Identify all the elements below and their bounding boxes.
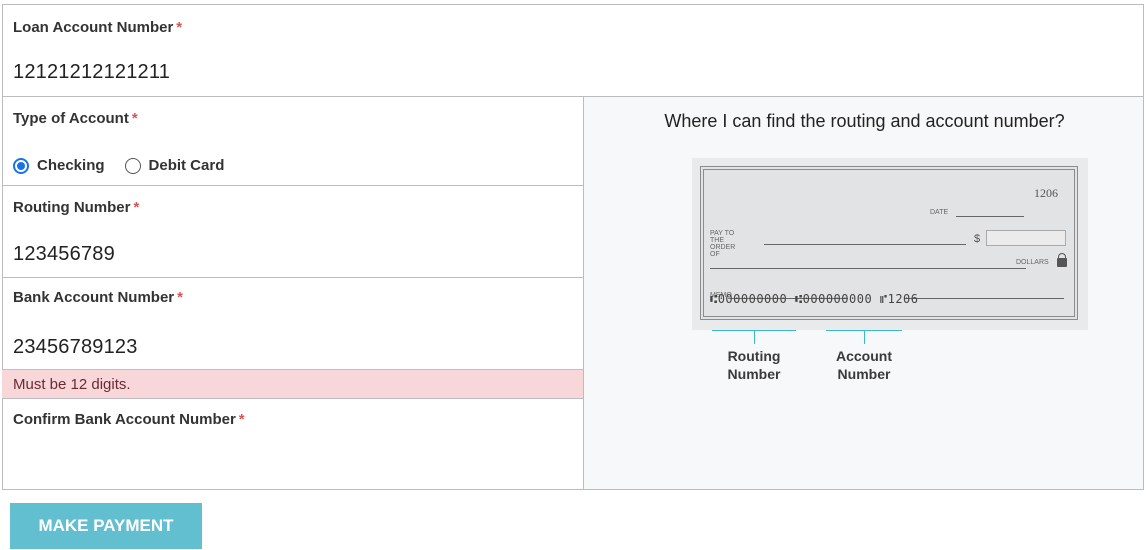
cheque-number: 1206 [1034,186,1058,200]
routing-number-label-text: Routing Number [13,199,131,216]
required-asterisk: * [177,289,183,306]
bank-account-error: Must be 12 digits. [2,369,584,399]
cheque-amount-box [986,230,1066,246]
loan-account-label-text: Loan Account Number [13,19,174,36]
bank-account-label-text: Bank Account Number [13,289,175,306]
help-title: Where I can find the routing and account… [664,111,1065,131]
bank-account-label: Bank Account Number * [13,289,183,306]
account-type-label-text: Type of Account [13,110,129,127]
required-asterisk: * [131,110,138,127]
routing-help-panel: Where I can find the routing and account… [583,96,1144,490]
loan-account-label: Loan Account Number * [13,19,182,36]
cheque-payee-line [764,244,966,245]
radio-checking[interactable]: Checking [13,157,105,174]
cheque-date-label: DATE [930,209,949,216]
cheque-body: 1206 DATE PAY TO THE ORDER OF $ DOLLARS … [700,166,1078,320]
required-asterisk: * [238,411,245,428]
account-type-field: Type of Account * Checking Debit Card [2,96,584,186]
sample-cheque-image: 1206 DATE PAY TO THE ORDER OF $ DOLLARS … [692,158,1088,330]
routing-number-field: Routing Number * [2,185,584,278]
bank-account-input[interactable] [13,336,553,359]
account-type-radio-group: Checking Debit Card [13,157,244,174]
account-caption: Account Number [836,348,892,382]
bank-account-error-text: Must be 12 digits. [13,376,131,393]
radio-unchecked-icon[interactable] [124,157,141,174]
loan-account-field: Loan Account Number * [2,4,1144,97]
confirm-bank-account-label-text: Confirm Bank Account Number [13,411,236,428]
radio-checking-label[interactable]: Checking [37,157,105,174]
required-asterisk: * [133,199,140,216]
routing-caption: Routing Number [727,348,781,382]
cheque-micr-line: ⑆000000000 ⑆000000000 ⑈1206 [710,292,919,306]
cheque-date-line [956,216,1024,217]
cheque-dollars-line [710,268,1026,269]
make-payment-button[interactable]: MAKE PAYMENT [10,503,202,549]
confirm-bank-account-field: Confirm Bank Account Number * [2,398,584,490]
cheque-dollar-sign: $ [974,233,981,245]
cheque-payee-label: PAY TO THE ORDER OF [710,230,736,258]
cheque-dollars-label: DOLLARS [1016,259,1049,266]
confirm-bank-account-input[interactable] [13,453,553,476]
routing-number-input[interactable] [13,243,553,266]
account-type-label: Type of Account * [13,110,138,127]
routing-number-label: Routing Number * [13,199,139,216]
radio-debit-card[interactable]: Debit Card [124,157,225,174]
radio-checked-icon[interactable] [13,157,29,174]
radio-debit-card-label[interactable]: Debit Card [149,157,225,174]
account-bracket-tick [864,330,865,344]
cheque-signature-line [904,298,1064,299]
routing-bracket-tick [754,330,755,344]
required-asterisk: * [176,19,183,36]
lock-icon [1057,253,1067,267]
loan-account-input[interactable] [13,61,553,84]
bank-account-field: Bank Account Number* Must be 12 digits. [2,277,584,399]
confirm-bank-account-label: Confirm Bank Account Number * [13,411,245,428]
